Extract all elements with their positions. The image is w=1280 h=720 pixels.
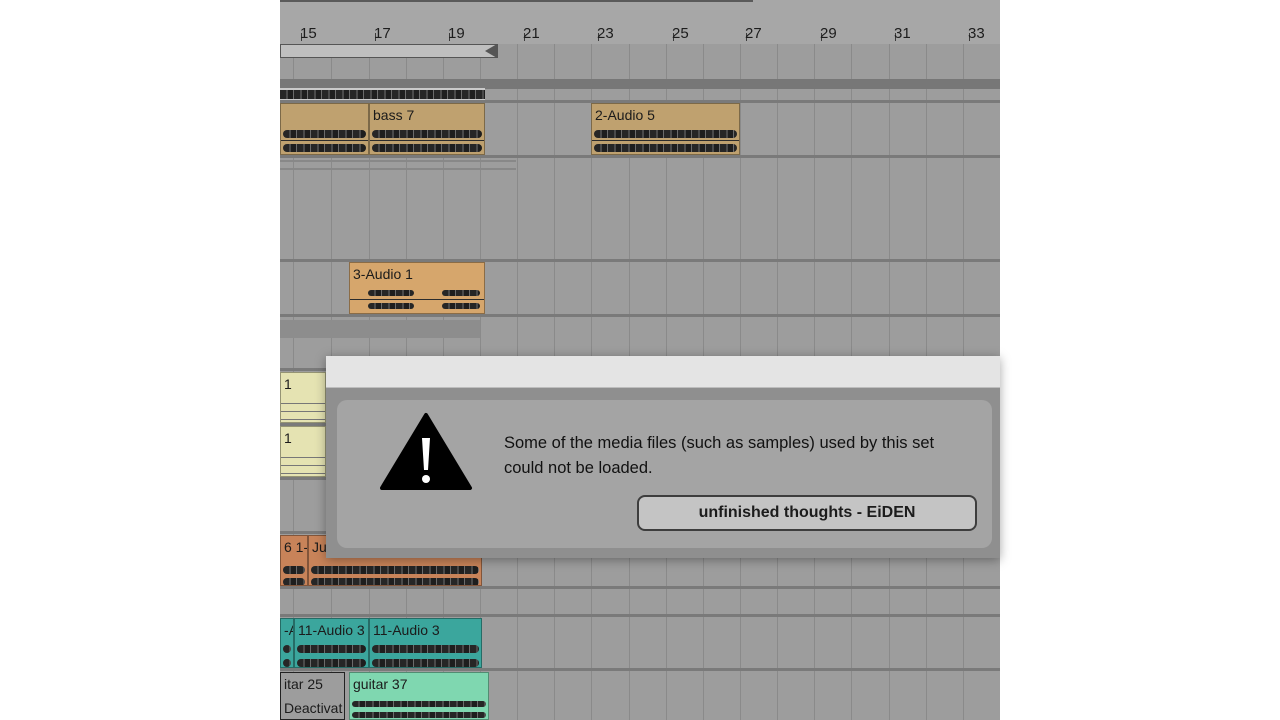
clip-status: Deactivat bbox=[284, 700, 343, 716]
audio-clip-3-audio-1[interactable]: 3-Audio 1 bbox=[349, 262, 485, 314]
audio-clip-2-audio-5[interactable]: 2-Audio 5 bbox=[591, 103, 740, 155]
clip-name: 6 1- bbox=[284, 539, 308, 555]
warning-icon bbox=[380, 413, 472, 490]
bar-number: 15 bbox=[300, 25, 317, 42]
automation-line bbox=[280, 168, 516, 170]
bar-number: 31 bbox=[894, 25, 911, 42]
clip-name: bass 7 bbox=[373, 107, 415, 123]
bar-number: 27 bbox=[745, 25, 762, 42]
audio-clip[interactable]: -A bbox=[280, 618, 294, 668]
missing-media-dialog: Some of the media files (such as samples… bbox=[326, 356, 1000, 558]
bar-number: 21 bbox=[523, 25, 540, 42]
track-separator bbox=[280, 668, 1000, 671]
scroll-indicator bbox=[280, 0, 753, 2]
clip-name: 1 bbox=[284, 376, 292, 392]
audio-clip[interactable] bbox=[280, 103, 369, 155]
track-separator bbox=[280, 586, 1000, 589]
timeline-ruler[interactable]: 15 17 19 21 23 25 27 29 31 33 bbox=[280, 0, 1000, 44]
midi-clip[interactable]: 1 bbox=[280, 372, 326, 423]
loop-end-marker[interactable] bbox=[485, 44, 497, 58]
track-separator bbox=[280, 155, 1000, 158]
audio-clip-deactivated[interactable]: itar 25 Deactivat bbox=[280, 672, 345, 720]
midi-clip[interactable]: 1 bbox=[280, 426, 326, 477]
audio-clip-11-audio-3[interactable]: 11-Audio 3 bbox=[294, 618, 369, 668]
clip-name: 2-Audio 5 bbox=[595, 107, 655, 123]
track-separator bbox=[280, 314, 1000, 317]
dialog-message: Some of the media files (such as samples… bbox=[504, 434, 935, 477]
clip-name: itar 25 bbox=[284, 676, 323, 692]
dialog-ok-button[interactable]: unfinished thoughts - EiDEN bbox=[637, 495, 977, 531]
automation-line bbox=[280, 160, 516, 162]
bar-number: 17 bbox=[374, 25, 391, 42]
master-waveform bbox=[280, 88, 485, 100]
automation-lane bbox=[280, 320, 480, 338]
bar-number: 23 bbox=[597, 25, 614, 42]
dialog-title-bar[interactable] bbox=[326, 356, 1000, 388]
track-separator bbox=[280, 614, 1000, 617]
audio-clip[interactable]: 6 1- bbox=[280, 535, 308, 586]
clip-name: guitar 37 bbox=[353, 676, 408, 692]
audio-clip-bass-7[interactable]: bass 7 bbox=[369, 103, 485, 155]
bar-number: 33 bbox=[968, 25, 985, 42]
clip-name: 1 bbox=[284, 430, 292, 446]
bar-number: 25 bbox=[672, 25, 689, 42]
loop-brace[interactable] bbox=[280, 44, 498, 58]
audio-clip-11-audio-3[interactable]: 11-Audio 3 bbox=[369, 618, 482, 668]
clip-name: Ju bbox=[312, 539, 327, 555]
clip-name: 3-Audio 1 bbox=[353, 266, 413, 282]
clip-name: -A bbox=[284, 622, 293, 638]
clip-name: 11-Audio 3 bbox=[373, 622, 440, 638]
bar-number: 29 bbox=[820, 25, 837, 42]
clip-name: 11-Audio 3 bbox=[298, 622, 365, 638]
dialog-body: Some of the media files (such as samples… bbox=[337, 400, 992, 548]
bar-number: 19 bbox=[448, 25, 465, 42]
audio-clip-guitar-37[interactable]: guitar 37 bbox=[349, 672, 489, 720]
